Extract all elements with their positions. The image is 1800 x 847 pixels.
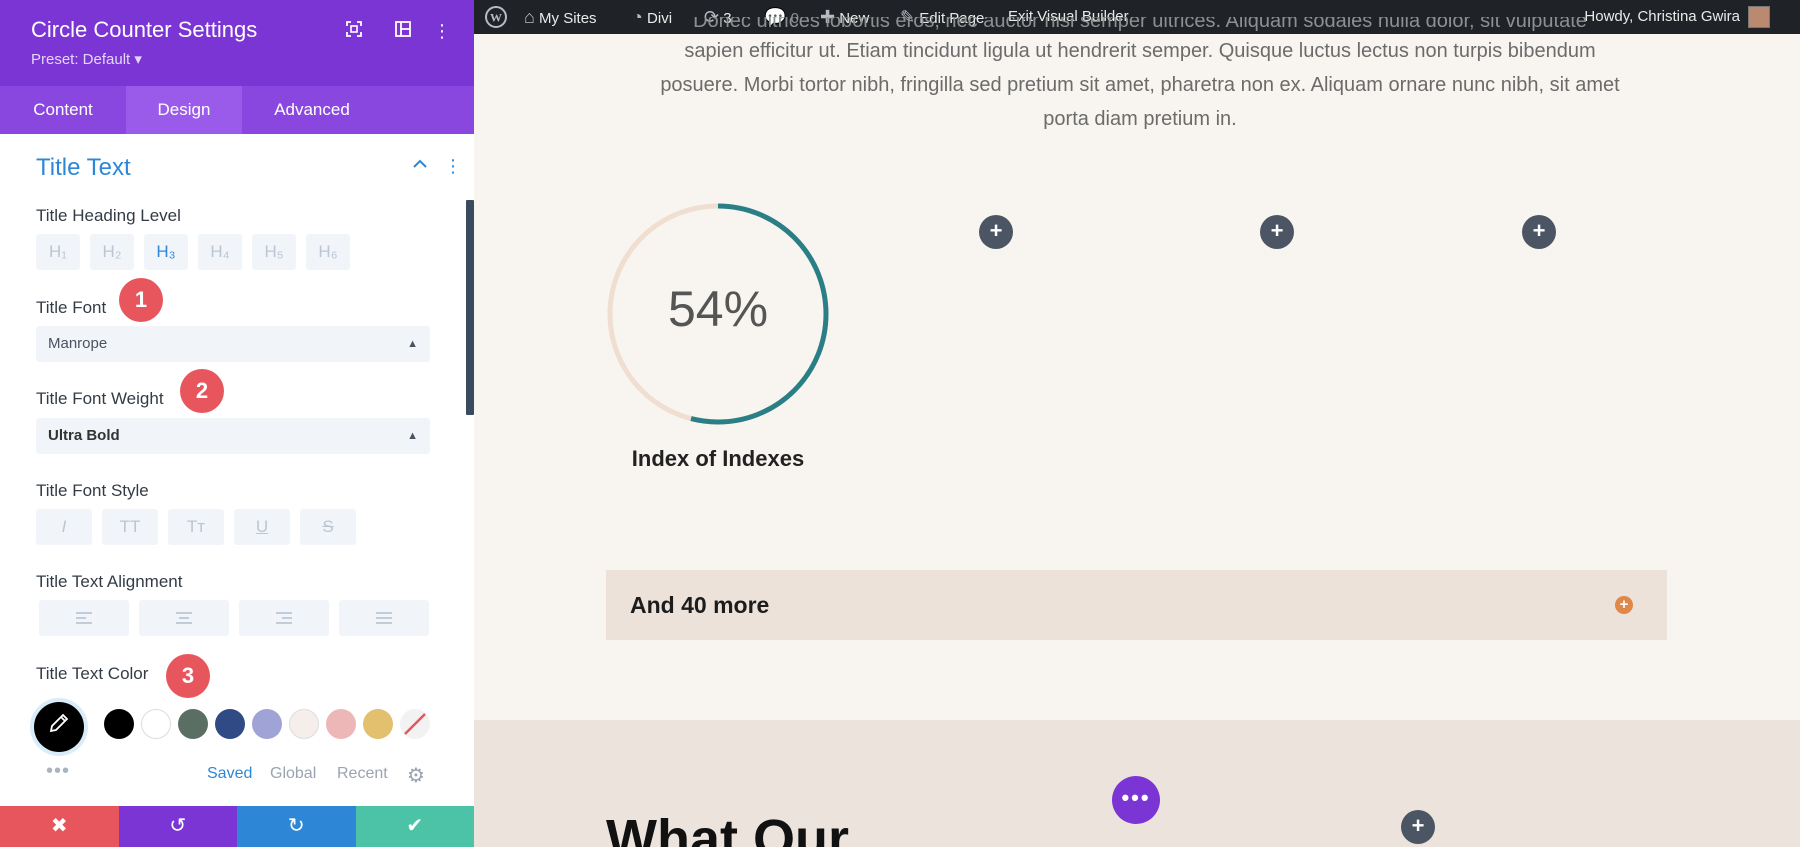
step-badge-2: 2 (180, 369, 224, 413)
panel-tabs: Content Design Advanced (0, 86, 474, 134)
home-icon: ⌂ (524, 7, 535, 27)
testimonial-section: What Our ••• + (474, 720, 1800, 847)
section-heading: What Our (606, 809, 849, 847)
color-tab-global[interactable]: Global (270, 765, 316, 783)
italic-option[interactable]: I (36, 509, 92, 545)
save-check-icon[interactable]: ✔ (355, 806, 474, 847)
heading-option-h4[interactable]: H₄ (198, 234, 242, 270)
title-text-alignment-label: Title Text Alignment (36, 572, 183, 591)
title-font-weight-select[interactable]: Ultra Bold ▲ (36, 418, 430, 454)
builder-menu-dots-button[interactable]: ••• (1112, 776, 1160, 824)
heading-level-options: H₁ H₂ H₃ H₄ H₅ H₆ (36, 234, 350, 270)
step-badge-1: 1 (119, 278, 163, 322)
font-style-options: I TT Tт U S (36, 509, 356, 545)
align-justify-icon[interactable] (339, 600, 429, 636)
add-module-button[interactable]: + (1260, 215, 1294, 249)
wordpress-logo-icon[interactable]: W (484, 0, 508, 34)
layout-icon[interactable] (392, 20, 414, 42)
counter-title[interactable]: Index of Indexes (604, 446, 832, 472)
settings-panel: Circle Counter Settings Preset: Default … (0, 0, 474, 847)
strikethrough-option[interactable]: S (300, 509, 356, 545)
expand-icon[interactable] (343, 20, 365, 42)
title-font-value: Manrope (48, 335, 108, 352)
svg-text:W: W (490, 11, 502, 25)
underline-option[interactable]: U (234, 509, 290, 545)
toggle-label: And 40 more (630, 592, 770, 618)
discard-icon[interactable]: ✖ (0, 806, 119, 847)
select-arrows-icon: ▲ (407, 338, 418, 350)
title-font-weight-label: Title Font Weight (36, 389, 164, 408)
counter-value: 54% (667, 281, 769, 337)
heading-option-h2[interactable]: H₂ (90, 234, 134, 270)
heading-option-h3[interactable]: H₃ (144, 234, 188, 270)
panel-title: Circle Counter Settings (31, 17, 258, 42)
panel-header: Circle Counter Settings Preset: Default … (0, 0, 474, 86)
redo-icon[interactable]: ↻ (237, 806, 356, 847)
color-tab-saved[interactable]: Saved (207, 765, 252, 783)
color-swatch-none-icon[interactable] (400, 709, 430, 739)
heading-option-h1[interactable]: H₁ (36, 234, 80, 270)
my-sites-label: My Sites (539, 10, 597, 27)
undo-icon[interactable]: ↺ (118, 806, 237, 847)
title-text-color-label: Title Text Color (36, 664, 149, 683)
color-swatch-black[interactable] (104, 709, 134, 739)
color-swatch-lavender[interactable] (252, 709, 282, 739)
toggle-and-40-more[interactable]: And 40 more + (606, 570, 1667, 640)
avatar[interactable] (1748, 6, 1770, 28)
title-font-weight-value: Ultra Bold (48, 427, 120, 444)
gear-icon[interactable]: ⚙ (407, 763, 425, 788)
color-swatch-white[interactable] (141, 709, 171, 739)
color-tab-recent[interactable]: Recent (337, 765, 388, 783)
color-swatch-gold[interactable] (363, 709, 393, 739)
color-swatch-cream[interactable] (289, 709, 319, 739)
section-menu-icon[interactable]: ⋮ (444, 156, 462, 177)
preset-dropdown[interactable]: Preset: Default ▾ (31, 50, 142, 68)
alignment-options (39, 600, 429, 636)
title-font-select[interactable]: Manrope ▲ (36, 326, 430, 362)
step-badge-3: 3 (166, 654, 210, 698)
capitalize-option[interactable]: Tт (168, 509, 224, 545)
more-swatches-icon[interactable]: ••• (46, 760, 70, 783)
heading-option-h5[interactable]: H₅ (252, 234, 296, 270)
add-module-button[interactable]: + (1522, 215, 1556, 249)
heading-level-label: Title Heading Level (36, 206, 181, 225)
collapse-chevron-icon[interactable] (412, 156, 428, 177)
align-center-icon[interactable] (139, 600, 229, 636)
eyedropper-icon[interactable] (34, 702, 84, 752)
add-module-button[interactable]: + (979, 215, 1013, 249)
uppercase-option[interactable]: TT (102, 509, 158, 545)
panel-scrollbar[interactable] (466, 200, 474, 415)
add-module-button[interactable]: + (1401, 810, 1435, 844)
my-sites-link[interactable]: ⌂ My Sites (524, 0, 597, 34)
body-text-top-line: Donec ultrices lobortis eros, nec auctor… (693, 17, 1587, 32)
body-paragraph: Donec ultrices lobortis eros, nec auctor… (650, 17, 1630, 136)
tab-advanced[interactable]: Advanced (242, 86, 382, 134)
color-swatch-navy[interactable] (215, 709, 245, 739)
dashboard-icon: ◔ (632, 7, 643, 27)
align-right-icon[interactable] (239, 600, 329, 636)
color-swatch-pink[interactable] (326, 709, 356, 739)
title-font-style-label: Title Font Style (36, 481, 149, 500)
tab-content[interactable]: Content (0, 86, 126, 134)
tab-design[interactable]: Design (126, 86, 242, 134)
more-options-icon[interactable]: ⋮ (431, 20, 453, 42)
heading-option-h6[interactable]: H₆ (306, 234, 350, 270)
toggle-plus-icon[interactable]: + (1615, 596, 1633, 614)
select-arrows-icon: ▲ (407, 430, 418, 442)
body-text-main: sapien efficitur ut. Etiam tincidunt lig… (660, 40, 1620, 130)
panel-action-bar: ✖ ↺ ↻ ✔ (0, 806, 474, 847)
section-title[interactable]: Title Text (36, 154, 131, 182)
align-left-icon[interactable] (39, 600, 129, 636)
color-swatch-green[interactable] (178, 709, 208, 739)
title-font-label: Title Font (36, 298, 107, 317)
